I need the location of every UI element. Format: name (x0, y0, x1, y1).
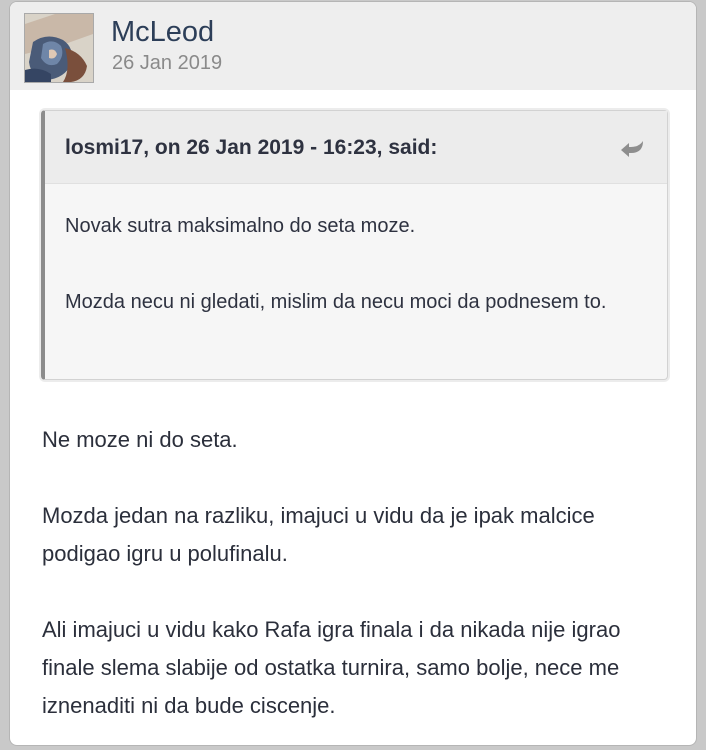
post-paragraph: Mozda jedan na razliku, imajuci u vidu d… (42, 503, 595, 566)
quote-citation: losmi17, on 26 Jan 2019 - 16:23, said: (45, 111, 667, 184)
quote-citation-text: losmi17, on 26 Jan 2019 - 16:23, said: (65, 136, 438, 159)
post-paragraph: Ne moze ni do seta. (42, 427, 238, 452)
author-name[interactable]: McLeod (111, 14, 214, 50)
snapback-arrow-icon[interactable] (619, 139, 645, 159)
quote-block: losmi17, on 26 Jan 2019 - 16:23, said: N… (41, 110, 668, 380)
avatar-image (25, 14, 93, 82)
post-date: 26 Jan 2019 (112, 52, 223, 74)
forum-post: McLeod 26 Jan 2019 losmi17, on 26 Jan 20… (9, 1, 697, 746)
avatar[interactable] (24, 13, 94, 83)
post-body: Ne moze ni do seta. Mozda jedan na razli… (42, 421, 672, 725)
quote-paragraph: Novak sutra maksimalno do seta moze. (65, 215, 416, 237)
post-paragraph: Ali imajuci u vidu kako Rafa igra finala… (42, 617, 621, 718)
post-header: McLeod 26 Jan 2019 (10, 2, 696, 90)
quote-paragraph: Mozda necu ni gledati, mislim da necu mo… (65, 291, 607, 313)
quote-body: Novak sutra maksimalno do seta moze. Moz… (65, 207, 645, 321)
